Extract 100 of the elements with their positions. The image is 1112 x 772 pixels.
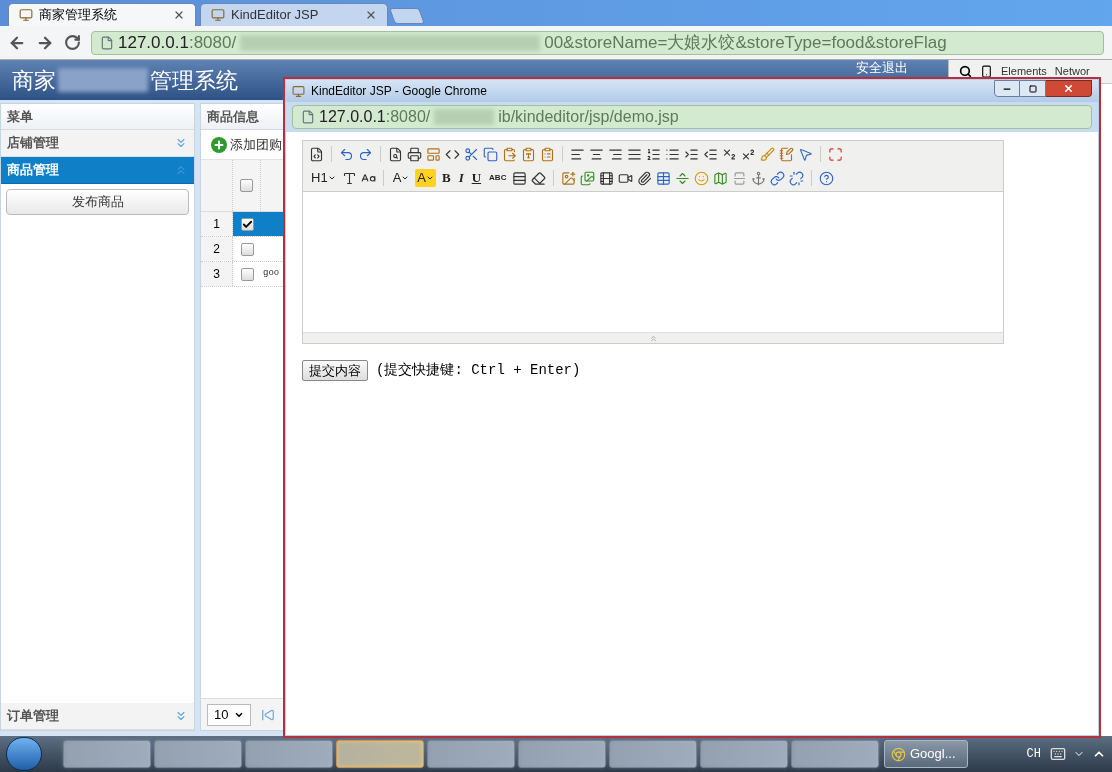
table-icon[interactable] xyxy=(656,170,672,186)
address-field[interactable]: 127.0.0.1:8080/ 00&storeName=大娘水饺&storeType=food&storeFlag xyxy=(91,30,1104,55)
url-path: :8080/ xyxy=(188,31,237,54)
fullscreen-icon[interactable] xyxy=(828,146,843,162)
unlink-icon[interactable] xyxy=(789,170,805,186)
paste-word-icon[interactable] xyxy=(540,146,555,162)
devtools-tab[interactable]: Elements xyxy=(1001,63,1047,80)
italic-button[interactable]: I xyxy=(456,169,466,187)
taskbar-button[interactable]: Googl... xyxy=(884,740,968,768)
map-icon[interactable] xyxy=(713,170,729,186)
image-icon[interactable] xyxy=(561,170,577,186)
checkbox[interactable] xyxy=(240,179,253,192)
devtools-tab[interactable]: Networ xyxy=(1054,63,1090,80)
accordion-header[interactable]: 店铺管理 xyxy=(1,130,194,157)
phone-icon[interactable] xyxy=(980,65,993,78)
font-color-button[interactable]: A xyxy=(390,169,412,187)
caret-icon xyxy=(401,174,410,182)
undo-icon[interactable] xyxy=(339,146,354,162)
link-icon[interactable] xyxy=(770,170,786,186)
system-title: 商家 xyxy=(12,66,56,95)
site-icon xyxy=(19,8,33,22)
font-name-icon[interactable] xyxy=(341,170,357,186)
bullet-list-icon[interactable] xyxy=(665,146,680,162)
minimize-button[interactable] xyxy=(994,80,1020,97)
url-path: 00&storeName=大娘水饺&storeType=food&storeFlag xyxy=(544,31,947,54)
highlight-button[interactable]: A xyxy=(415,169,436,187)
maximize-icon xyxy=(1028,84,1037,93)
row-number: 3 xyxy=(201,262,233,286)
ordered-list-icon[interactable] xyxy=(646,146,661,162)
add-button[interactable]: 添加团购 xyxy=(211,134,282,155)
copy-icon[interactable] xyxy=(483,146,498,162)
url-host: 127.0.0.1 xyxy=(118,31,189,54)
close-button[interactable] xyxy=(1046,80,1092,97)
outdent-icon[interactable] xyxy=(703,146,718,162)
caret-icon xyxy=(327,174,336,182)
print-icon[interactable] xyxy=(407,146,422,162)
search-icon[interactable] xyxy=(959,65,972,78)
paste-icon[interactable] xyxy=(502,146,517,162)
expand-icon xyxy=(174,136,188,150)
paste-text-icon[interactable] xyxy=(521,146,536,162)
subscript-icon[interactable] xyxy=(722,146,737,162)
justify-icon[interactable] xyxy=(627,146,642,162)
language-indicator[interactable]: CH xyxy=(1026,745,1041,763)
eraser-icon[interactable] xyxy=(531,170,547,186)
bold-button[interactable]: B xyxy=(439,169,453,187)
cut-icon[interactable] xyxy=(464,146,479,162)
reload-icon[interactable] xyxy=(64,34,81,51)
system-title: 管理系统 xyxy=(150,66,238,95)
indent-icon[interactable] xyxy=(684,146,699,162)
page-icon xyxy=(100,35,114,50)
plus-icon xyxy=(211,136,227,153)
publish-button[interactable]: 发布商品 xyxy=(6,189,189,215)
underline-button[interactable]: U xyxy=(469,169,484,187)
browser-icon xyxy=(891,746,906,762)
expand-icon xyxy=(174,709,188,723)
anchor-icon[interactable] xyxy=(751,170,767,186)
start-button[interactable] xyxy=(6,737,42,771)
attachment-icon[interactable] xyxy=(637,170,653,186)
heading-button[interactable]: H1 xyxy=(309,169,338,187)
page-icon xyxy=(301,110,315,124)
flash-icon[interactable] xyxy=(599,170,615,186)
address-field[interactable]: 127.0.0.1:8080/ ib/kindeditor/jsp/demo.jsp xyxy=(292,105,1092,129)
source-icon[interactable] xyxy=(309,146,324,162)
quick-format-icon[interactable] xyxy=(779,146,794,162)
url-host: 127.0.0.1 xyxy=(319,107,386,127)
align-right-icon[interactable] xyxy=(608,146,623,162)
tab-title: KindEditor JSP xyxy=(231,6,320,25)
preview-icon[interactable] xyxy=(388,146,403,162)
submit-button[interactable]: 提交内容 xyxy=(302,360,368,381)
row-number: 1 xyxy=(201,212,233,236)
browser-tab[interactable]: KindEditor JSP xyxy=(200,3,388,26)
align-center-icon[interactable] xyxy=(589,146,604,162)
checkbox[interactable] xyxy=(240,242,254,256)
pointer-icon[interactable] xyxy=(798,146,813,162)
close-icon[interactable] xyxy=(173,9,185,21)
strikethrough-button[interactable]: ABC xyxy=(487,169,509,187)
keyboard-icon[interactable] xyxy=(1050,746,1066,762)
browser-tab[interactable]: 商家管理系统 xyxy=(8,3,196,26)
logout-link[interactable]: 安全退出 xyxy=(856,61,908,75)
line-height-icon[interactable] xyxy=(512,170,528,186)
images-icon[interactable] xyxy=(580,170,596,186)
tab-title: 商家管理系统 xyxy=(39,6,118,25)
accordion-header[interactable]: 订单管理 xyxy=(1,703,194,730)
align-left-icon[interactable] xyxy=(570,146,585,162)
collapse-icon xyxy=(174,163,188,177)
checkbox[interactable] xyxy=(240,267,254,281)
accordion-header[interactable]: 商品管理 xyxy=(1,157,194,184)
close-icon[interactable] xyxy=(365,9,377,21)
horizontal-rule-icon[interactable] xyxy=(675,170,691,186)
checkbox[interactable] xyxy=(240,217,254,231)
shortcut-hint: (提交快捷键: Ctrl + Enter) xyxy=(376,361,581,380)
superscript-icon[interactable] xyxy=(741,146,756,162)
site-icon xyxy=(292,84,305,98)
help-icon[interactable] xyxy=(819,170,835,186)
resize-handle-icon xyxy=(648,333,658,343)
redo-icon[interactable] xyxy=(358,146,373,162)
maximize-button[interactable] xyxy=(1020,80,1046,97)
blurred-block xyxy=(434,109,495,125)
page-size-select[interactable]: 10 xyxy=(207,703,252,726)
url-path: :8080/ xyxy=(385,107,431,127)
